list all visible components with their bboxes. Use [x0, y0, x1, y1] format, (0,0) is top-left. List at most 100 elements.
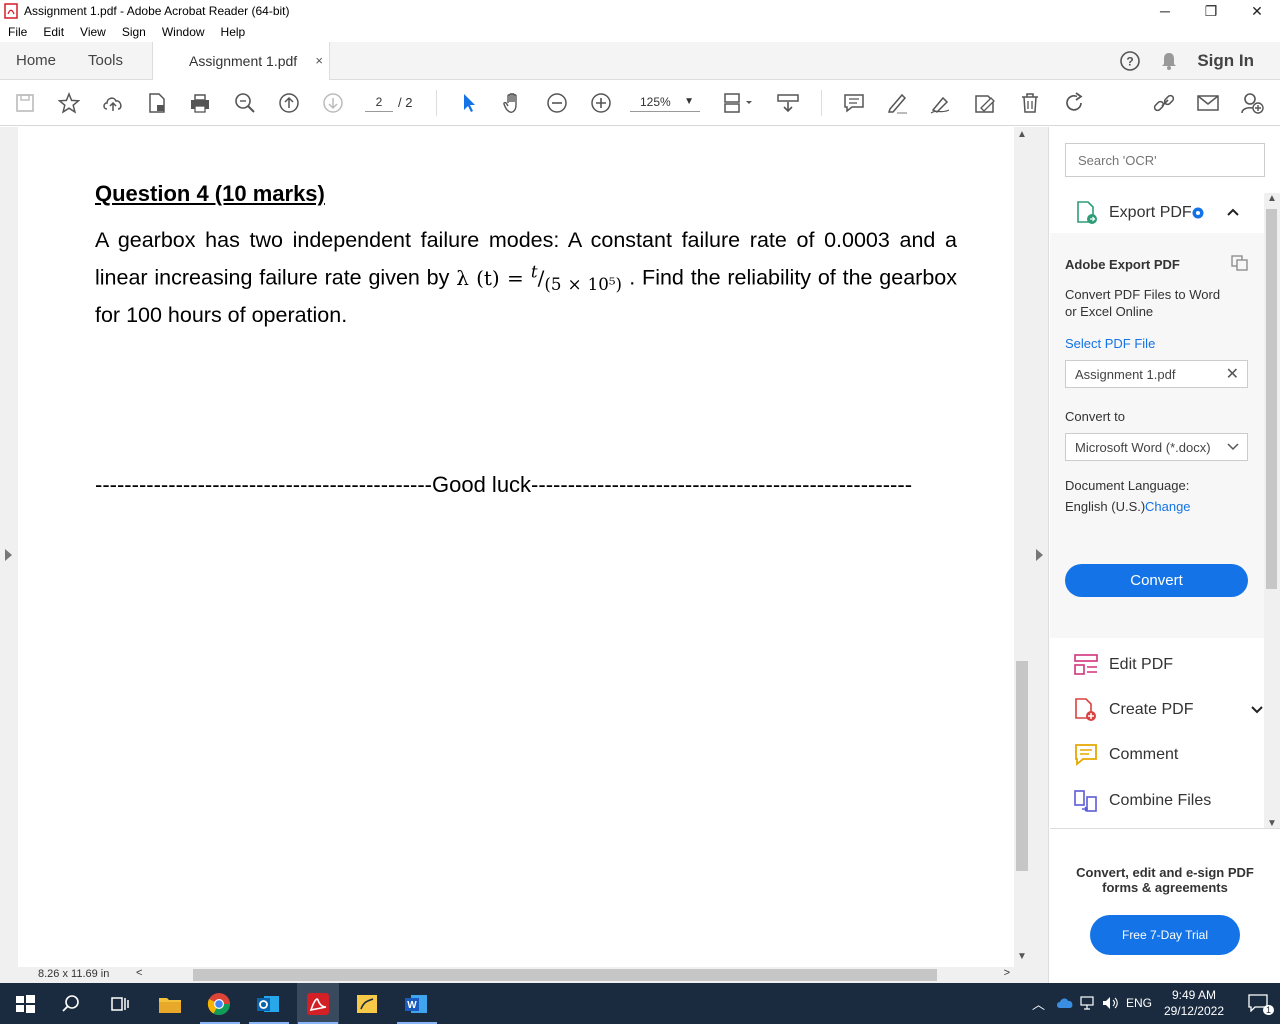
volume-icon[interactable] [1102, 996, 1120, 1010]
fill-sign-icon[interactable] [973, 91, 997, 115]
clear-file-icon[interactable]: ✕ [1226, 364, 1239, 384]
page-total: / 2 [398, 95, 413, 110]
add-user-icon[interactable] [1240, 91, 1264, 115]
scroll-up-icon[interactable]: ▲ [1017, 129, 1027, 140]
delete-trash-icon[interactable] [1018, 91, 1042, 115]
outlook-icon[interactable] [255, 991, 281, 1017]
convert-button[interactable]: Convert [1065, 564, 1248, 597]
convert-format-select[interactable]: Microsoft Word (*.docx) [1065, 433, 1248, 461]
right-pane-toggle[interactable] [1030, 127, 1049, 983]
export-pdf-header[interactable]: Export PDF [1050, 193, 1264, 233]
collapse-right-icon [1036, 549, 1043, 561]
close-tab-icon[interactable]: × [315, 42, 323, 80]
share-link-icon[interactable] [1152, 91, 1176, 115]
document-lock-icon[interactable] [145, 91, 169, 115]
tool-edit-pdf[interactable]: Edit PDF [1074, 650, 1173, 680]
chevron-down-icon[interactable] [1250, 705, 1264, 715]
menu-help[interactable]: Help [213, 25, 254, 39]
save-icon[interactable] [13, 91, 37, 115]
tab-home[interactable]: Home [16, 42, 56, 80]
formula-lhs: λ (t) = [456, 265, 524, 290]
copy-icon[interactable] [1231, 255, 1249, 271]
system-tray: ︿ ENG 9:49 AM 29/12/2022 1 [1030, 983, 1280, 1024]
help-icon[interactable]: ? [1119, 50, 1141, 72]
selected-file-field[interactable]: Assignment 1.pdf ✕ [1065, 360, 1248, 388]
export-heading: Adobe Export PDF [1065, 257, 1180, 272]
tab-tools[interactable]: Tools [88, 42, 123, 80]
bookmark-star-icon[interactable] [57, 91, 81, 115]
clock[interactable]: 9:49 AM 29/12/2022 [1164, 987, 1224, 1019]
horizontal-scrollbar-thumb[interactable] [193, 969, 937, 981]
notification-bell-icon[interactable] [1159, 51, 1179, 71]
sticky-notes-icon[interactable] [354, 991, 380, 1017]
chrome-icon[interactable] [206, 991, 232, 1017]
select-cursor-icon[interactable] [457, 91, 481, 115]
print-icon[interactable] [188, 91, 212, 115]
upload-cloud-icon[interactable] [101, 91, 125, 115]
search-icon[interactable] [58, 991, 84, 1017]
side-panel-scrollbar[interactable]: ▲ ▼ [1264, 193, 1280, 829]
chevron-down-icon [1227, 443, 1239, 451]
page-display-icon[interactable] [722, 91, 756, 115]
question-title: Question 4 (10 marks) [95, 181, 325, 206]
sign-pen-icon[interactable] [929, 91, 953, 115]
tab-document[interactable]: Assignment 1.pdf × [152, 42, 330, 81]
word-icon[interactable]: W [403, 991, 429, 1017]
onedrive-cloud-icon[interactable] [1056, 996, 1074, 1010]
menu-window[interactable]: Window [154, 25, 213, 39]
chevron-down-icon: ▼ [684, 96, 694, 107]
menu-file[interactable]: File [0, 25, 35, 39]
minimize-button[interactable]: ─ [1142, 0, 1188, 22]
side-panel-scroll-thumb[interactable] [1266, 209, 1277, 589]
comment-icon[interactable] [842, 91, 866, 115]
menu-view[interactable]: View [72, 25, 114, 39]
previous-page-icon[interactable] [277, 91, 301, 115]
scroll-left-icon[interactable]: < [136, 967, 142, 979]
menu-sign[interactable]: Sign [114, 25, 154, 39]
combine-files-icon [1074, 790, 1097, 812]
document-vertical-scrollbar[interactable]: ▲ ▼ [1014, 127, 1030, 967]
good-luck-footer: ----------------------------------------… [95, 472, 913, 497]
input-language[interactable]: ENG [1126, 996, 1152, 1010]
file-explorer-icon[interactable] [157, 991, 183, 1017]
hand-tool-icon[interactable] [501, 91, 525, 115]
select-pdf-file-link[interactable]: Select PDF File [1065, 336, 1155, 351]
scrolling-mode-icon[interactable] [776, 91, 800, 115]
highlight-pen-icon[interactable] [885, 91, 909, 115]
free-trial-button[interactable]: Free 7-Day Trial [1090, 915, 1240, 955]
export-pdf-body: Adobe Export PDF Convert PDF Files to Wo… [1050, 233, 1264, 638]
email-icon[interactable] [1196, 91, 1220, 115]
clock-date: 29/12/2022 [1163, 1004, 1224, 1018]
tool-combine-files[interactable]: Combine Files [1074, 786, 1211, 816]
status-bar: 8.26 x 11.69 in < > [18, 967, 1030, 983]
zoom-in-icon[interactable] [589, 91, 613, 115]
tool-comment[interactable]: Comment [1074, 740, 1178, 770]
acrobat-reader-icon[interactable] [305, 991, 331, 1017]
tool-create-pdf[interactable]: Create PDF [1074, 695, 1264, 725]
windows-start-icon[interactable] [12, 991, 38, 1017]
scrollbar-thumb[interactable] [1016, 661, 1028, 871]
find-zoom-icon[interactable] [233, 91, 257, 115]
document-view[interactable]: Question 4 (10 marks) A gearbox has two … [18, 127, 1014, 967]
next-page-icon[interactable] [321, 91, 345, 115]
close-window-button[interactable]: ✕ [1234, 0, 1280, 22]
show-hidden-icons-icon[interactable]: ︿ [1032, 994, 1045, 1013]
zoom-level-select[interactable]: 125% ▼ [630, 92, 700, 112]
menu-edit[interactable]: Edit [35, 25, 72, 39]
left-pane-toggle[interactable] [0, 127, 18, 983]
search-tools-input[interactable] [1065, 143, 1265, 177]
edit-pdf-icon [1074, 654, 1098, 675]
task-view-icon[interactable] [106, 991, 132, 1017]
svg-text:W: W [407, 1000, 417, 1011]
change-language-link[interactable]: Change [1145, 499, 1191, 514]
scroll-right-icon[interactable]: > [1004, 967, 1010, 979]
chevron-up-icon[interactable] [1226, 206, 1240, 218]
maximize-button[interactable]: ❐ [1188, 0, 1234, 22]
sign-in-button[interactable]: Sign In [1197, 51, 1254, 71]
page-number-input[interactable] [365, 92, 393, 112]
zoom-out-icon[interactable] [545, 91, 569, 115]
network-icon[interactable] [1080, 996, 1098, 1010]
scroll-down-icon[interactable]: ▼ [1017, 951, 1027, 962]
scroll-up-icon[interactable]: ▲ [1267, 193, 1277, 204]
rotate-icon[interactable] [1062, 91, 1086, 115]
